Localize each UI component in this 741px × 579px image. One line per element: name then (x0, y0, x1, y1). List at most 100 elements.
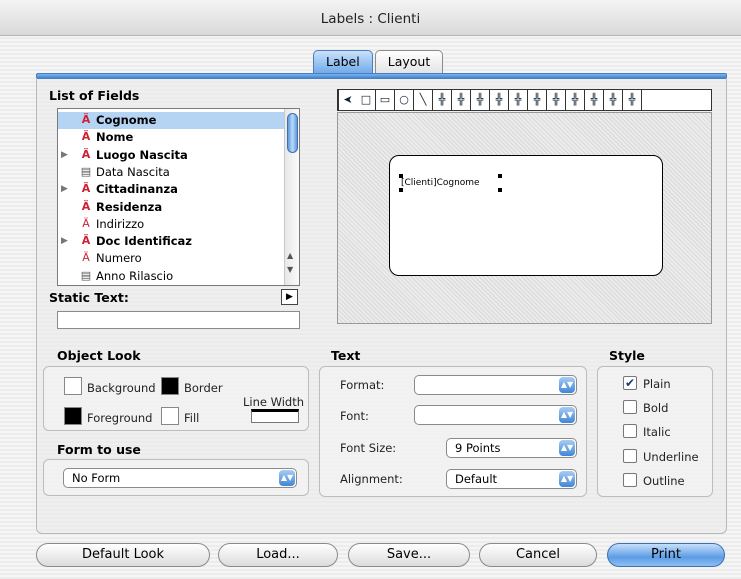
field-list-item[interactable]: ▶ Ä Luogo Nascita (58, 147, 284, 164)
date-field-icon: ▤ (80, 268, 92, 282)
tab-label[interactable]: Label (313, 50, 373, 74)
underline-checkbox[interactable] (623, 449, 637, 463)
align-top-icon[interactable]: ╬ (490, 90, 509, 110)
cancel-button[interactable]: Cancel (479, 543, 597, 567)
format-select[interactable]: ▲▼ (414, 375, 577, 395)
alignment-select[interactable]: Default ▲▼ (446, 469, 577, 489)
alpha-field-icon: Ä (81, 147, 91, 161)
disclosure-triangle-icon[interactable]: ▶ (61, 181, 68, 198)
rectangle-tool-icon[interactable]: □ (357, 90, 376, 110)
selection-handle[interactable] (498, 174, 502, 178)
alignment-value: Default (455, 472, 498, 486)
field-name: Nome (96, 130, 134, 145)
style-title: Style (609, 348, 645, 363)
align-center-v-icon[interactable]: ╬ (509, 90, 528, 110)
popup-arrows-icon: ▲▼ (279, 470, 295, 486)
border-color-swatch[interactable] (161, 377, 179, 395)
list-of-fields-title: List of Fields (49, 88, 140, 103)
alpha-field-icon: Ä (81, 113, 91, 126)
tab-layout[interactable]: Layout (374, 50, 444, 74)
label-field-text[interactable]: [Clienti]Cognome (401, 178, 480, 188)
bold-checkbox[interactable] (623, 400, 637, 414)
popup-arrows-icon: ▲▼ (559, 471, 575, 487)
outline-checkbox[interactable] (623, 473, 637, 487)
line-width-selector[interactable] (251, 409, 299, 423)
alpha-field-icon: Ä (81, 182, 91, 196)
font-select[interactable]: ▲▼ (414, 405, 577, 425)
fields-scrollbar[interactable]: ▲ ▼ (284, 109, 299, 285)
scrollbar-thumb[interactable] (287, 113, 298, 153)
arrow-tool-icon[interactable]: ➤ (338, 90, 357, 110)
font-size-select[interactable]: 9 Points ▲▼ (446, 438, 577, 458)
fill-color-swatch[interactable] (161, 407, 179, 425)
field-list-item[interactable]: Ä Numero (58, 250, 284, 267)
field-name: Residenza (96, 199, 163, 214)
disclosure-triangle-icon[interactable]: ▶ (61, 233, 68, 250)
field-name: Anno Rilascio (96, 268, 174, 283)
background-label: Background (87, 381, 156, 395)
tab-bar: Label Layout (313, 50, 444, 74)
plain-checkbox[interactable]: ✔ (623, 376, 637, 390)
form-to-use-title: Form to use (57, 442, 141, 457)
foreground-color-swatch[interactable] (64, 407, 82, 425)
field-list-item[interactable]: Ä Residenza (58, 199, 284, 216)
oval-tool-icon[interactable]: ○ (395, 90, 414, 110)
alpha-field-icon: Ä (81, 199, 91, 213)
field-name: Doc Identificaz (96, 234, 192, 249)
foreground-label: Foreground (87, 411, 153, 425)
rounded-rect-tool-icon[interactable]: ▭ (376, 90, 395, 110)
plain-label: Plain (643, 377, 671, 391)
object-look-title: Object Look (57, 348, 141, 363)
popup-arrows-icon: ▲▼ (559, 407, 575, 423)
field-list-item[interactable]: Ä Nome (58, 129, 284, 146)
field-list-item[interactable]: ▤ Anno Rilascio (58, 268, 284, 285)
static-text-play-button[interactable]: ▶ (281, 289, 298, 305)
field-name: Cittadinanza (96, 182, 178, 197)
distribute-v-icon[interactable]: ╬ (566, 90, 585, 110)
save-button[interactable]: Save... (348, 543, 470, 567)
popup-arrows-icon: ▲▼ (559, 377, 575, 393)
align-bottom-icon[interactable]: ╬ (471, 90, 490, 110)
field-list-item[interactable]: ▶ Ä Cittadinanza (58, 181, 284, 198)
scroll-down-arrow[interactable]: ▼ (287, 265, 293, 274)
date-field-icon: ▤ (80, 164, 92, 178)
field-name: Indirizzo (96, 216, 145, 231)
text-title: Text (331, 348, 361, 363)
window-title: Labels : Clienti (0, 0, 741, 36)
alpha-field-icon: Ä (81, 130, 91, 144)
italic-label: Italic (643, 425, 671, 439)
field-list-item[interactable]: Ä Indirizzo (58, 216, 284, 233)
line-width-label: Line Width (243, 395, 305, 409)
underline-label: Underline (643, 450, 699, 464)
group-icon[interactable]: ╬ (623, 90, 642, 110)
field-list-item[interactable]: ▤ Data Nascita (58, 164, 284, 181)
align-left-icon[interactable]: ╬ (433, 90, 452, 110)
italic-checkbox[interactable] (623, 424, 637, 438)
disclosure-triangle-icon[interactable]: ▶ (61, 147, 68, 164)
align-center-h-icon[interactable]: ╬ (452, 90, 471, 110)
background-color-swatch[interactable] (64, 377, 82, 395)
fields-list[interactable]: Ä Cognome Ä Nome ▶ Ä Luogo Nascita ▤ Data Nascit… (57, 108, 300, 286)
selection-handle[interactable] (498, 188, 502, 192)
back-icon[interactable]: ╬ (604, 90, 623, 110)
label-preview[interactable] (389, 155, 663, 276)
alpha-field-icon: Ä (81, 234, 91, 248)
outline-label: Outline (643, 474, 685, 488)
field-name: Data Nascita (96, 164, 170, 179)
alignment-label: Alignment: (340, 472, 403, 486)
bold-label: Bold (643, 401, 669, 415)
static-text-input[interactable] (57, 311, 300, 329)
distribute-h-icon[interactable]: ╬ (547, 90, 566, 110)
load-button[interactable]: Load... (218, 543, 338, 567)
field-list-item[interactable]: ▶ Ä Doc Identificaz (58, 233, 284, 250)
default-look-button[interactable]: Default Look (36, 543, 210, 567)
front-icon[interactable]: ╬ (585, 90, 604, 110)
line-tool-icon[interactable]: ╲ (414, 90, 433, 110)
format-label: Format: (340, 378, 385, 392)
scroll-up-arrow[interactable]: ▲ (287, 251, 293, 260)
field-list-item[interactable]: Ä Cognome (58, 112, 284, 129)
form-select[interactable]: No Form ▲▼ (63, 468, 297, 488)
print-button[interactable]: Print (607, 543, 725, 567)
align-right-icon[interactable]: ╬ (528, 90, 547, 110)
selection-handle[interactable] (399, 188, 403, 192)
